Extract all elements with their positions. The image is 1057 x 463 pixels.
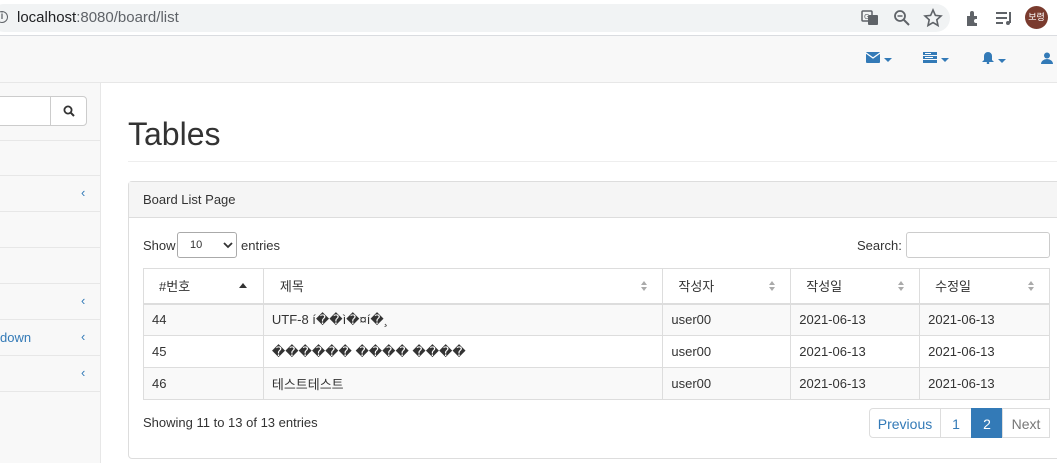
top-navbar <box>0 36 1057 83</box>
table-row[interactable]: 45 ������ ���� ���� user00 2021-06-13 20… <box>143 335 1050 368</box>
cell-number: 44 <box>143 303 264 336</box>
cell-updatedate: 2021-06-13 <box>919 367 1050 400</box>
sort-asc-icon <box>238 283 247 288</box>
table-header-row: #번호 제목 작성자 작성일 수정일 <box>143 268 1050 305</box>
cell-title[interactable]: 테스트테스트 <box>262 367 664 400</box>
caret-down-icon <box>998 58 1006 63</box>
table-info: Showing 11 to 13 of 13 entries <box>143 415 318 430</box>
cell-regdate: 2021-06-13 <box>790 303 921 336</box>
sidebar-item-3[interactable] <box>0 212 100 248</box>
envelope-icon <box>865 52 881 63</box>
sidebar-item-1[interactable] <box>0 140 100 176</box>
chevron-left-icon: ‹ <box>81 293 86 308</box>
user-dropdown[interactable] <box>1041 52 1053 67</box>
bookmark-star-icon[interactable] <box>923 8 943 28</box>
length-suffix: entries <box>241 238 281 253</box>
cell-writer: user00 <box>662 367 792 400</box>
user-icon <box>1041 52 1053 64</box>
column-header-number[interactable]: #번호 <box>143 268 264 305</box>
sidebar: ‹ ‹ down ‹ ‹ <box>0 83 101 463</box>
sidebar-item-multi-dropdown[interactable]: down ‹ <box>0 320 100 356</box>
table-row[interactable]: 44 UTF-8 í��ì�¤í�¸ user00 2021-06-13 202… <box>143 303 1050 336</box>
column-header-updatedate[interactable]: 수정일 <box>919 268 1050 305</box>
cell-title[interactable]: UTF-8 í��ì�¤í�¸ <box>262 303 664 336</box>
previous-button[interactable]: Previous <box>869 408 941 438</box>
page-button-1[interactable]: 1 <box>940 408 972 438</box>
column-header-writer[interactable]: 작성자 <box>662 268 792 305</box>
caret-down-icon <box>941 57 949 62</box>
cell-updatedate: 2021-06-13 <box>919 335 1050 368</box>
cell-regdate: 2021-06-13 <box>790 367 921 400</box>
entries-length-select[interactable]: 10 <box>177 232 237 258</box>
search-label: Search: <box>857 238 902 253</box>
board-panel: Board List Page Show 10 entries Search: … <box>128 181 1057 459</box>
search-icon <box>63 105 75 117</box>
next-button[interactable]: Next <box>1002 408 1050 438</box>
alerts-dropdown[interactable] <box>982 52 1006 67</box>
messages-dropdown[interactable] <box>865 52 892 66</box>
panel-heading-text: Board List Page <box>143 192 236 207</box>
length-prefix: Show <box>143 238 176 253</box>
sort-both-icon <box>769 281 776 292</box>
column-header-title[interactable]: 제목 <box>262 268 664 305</box>
sidebar-item-4[interactable] <box>0 248 100 284</box>
pagination: Previous 1 2 Next <box>869 408 1050 438</box>
cell-writer: user00 <box>662 335 792 368</box>
panel-heading: Board List Page <box>129 182 1057 218</box>
sidebar-item-label: down <box>0 330 32 345</box>
tasks-icon <box>923 52 937 63</box>
chevron-down-icon <box>223 242 233 249</box>
cell-number: 46 <box>143 367 264 400</box>
page-button-2[interactable]: 2 <box>971 408 1003 438</box>
cell-regdate: 2021-06-13 <box>790 335 921 368</box>
cell-updatedate: 2021-06-13 <box>919 303 1050 336</box>
divider <box>128 161 1057 162</box>
page-wrapper: Tables Board List Page Show 10 entries S… <box>101 83 1057 463</box>
entries-length-value: 10 <box>190 239 203 251</box>
svg-text:G: G <box>864 13 869 21</box>
caret-down-icon <box>884 57 892 62</box>
cell-number: 45 <box>143 335 264 368</box>
sort-both-icon <box>898 281 905 292</box>
browser-toolbar: i localhost:8080/board/list G 보령 <box>0 0 1057 36</box>
media-queue-icon[interactable] <box>994 8 1014 28</box>
column-header-regdate[interactable]: 작성일 <box>790 268 921 305</box>
chevron-left-icon: ‹ <box>81 329 86 344</box>
url-path: :8080/board/list <box>76 9 179 26</box>
table-row[interactable]: 46 테스트테스트 user00 2021-06-13 2021-06-13 <box>143 367 1050 400</box>
cell-title[interactable]: ������ ���� ���� <box>262 335 664 368</box>
sidebar-item-2[interactable]: ‹ <box>0 176 100 212</box>
url-text[interactable]: localhost:8080/board/list <box>17 9 179 26</box>
board-table: #번호 제목 작성자 작성일 수정일 44 UTF-8 í��ì�¤í�¸ us… <box>143 268 1050 400</box>
zoom-icon[interactable] <box>892 8 912 28</box>
extensions-icon[interactable] <box>963 8 983 28</box>
page-title: Tables <box>128 116 221 152</box>
profile-avatar[interactable]: 보령 <box>1025 6 1048 29</box>
sort-both-icon <box>1028 281 1035 292</box>
translate-icon[interactable]: G <box>860 8 880 28</box>
bell-icon <box>982 52 994 65</box>
sidebar-item-7[interactable]: ‹ <box>0 356 100 392</box>
chevron-left-icon: ‹ <box>81 185 86 200</box>
sidebar-search-input[interactable] <box>0 96 51 126</box>
chevron-left-icon: ‹ <box>81 365 86 380</box>
sidebar-item-5[interactable]: ‹ <box>0 284 100 320</box>
table-search-input[interactable] <box>906 232 1050 258</box>
cell-writer: user00 <box>662 303 792 336</box>
url-host: localhost <box>17 9 77 26</box>
sort-both-icon <box>641 281 648 292</box>
tasks-dropdown[interactable] <box>923 52 949 66</box>
sidebar-search-button[interactable] <box>50 96 87 126</box>
